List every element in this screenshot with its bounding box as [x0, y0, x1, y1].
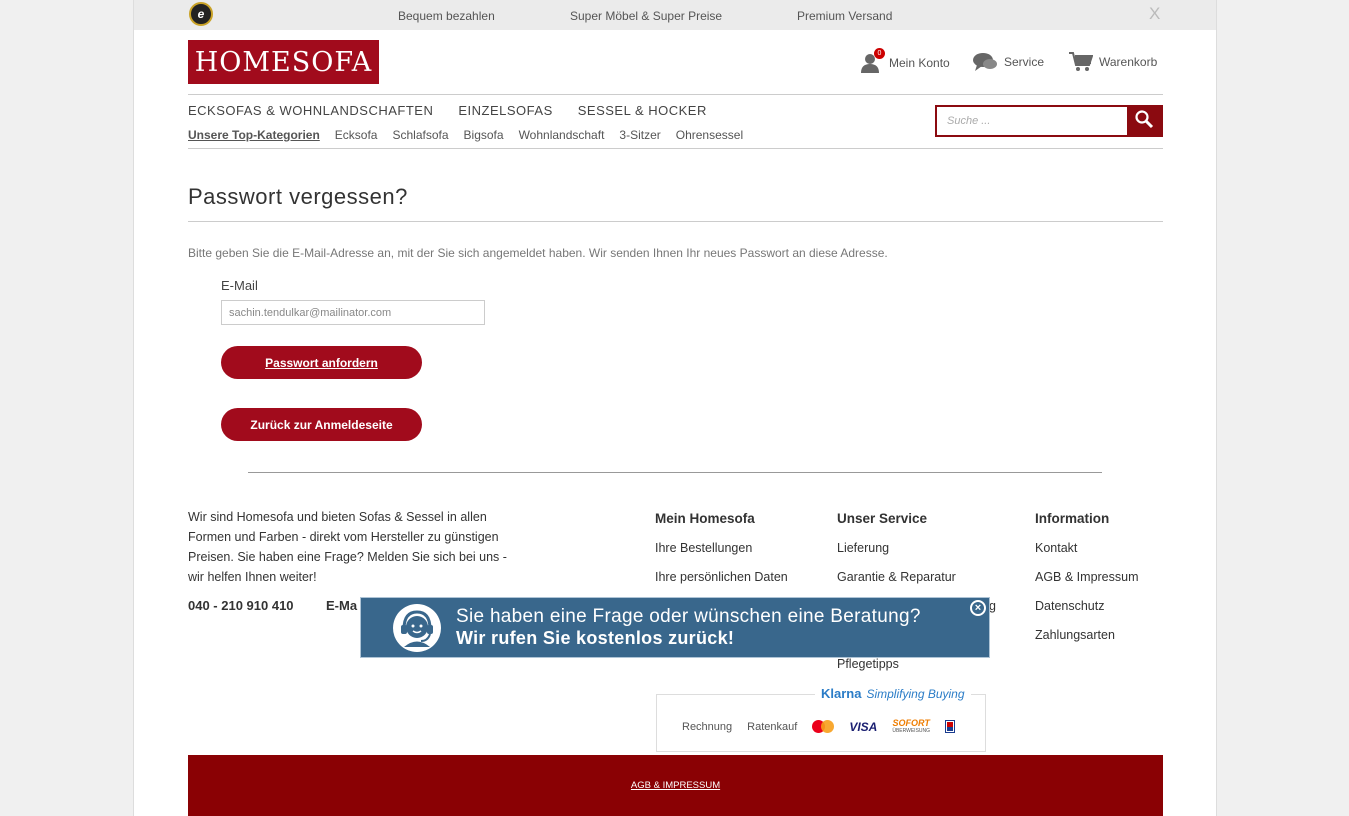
footer-about-text: Wir sind Homesofa und bieten Sofas & Ses…: [188, 510, 507, 584]
cart-label: Warenkorb: [1099, 55, 1158, 69]
service-link[interactable]: Service: [973, 52, 1044, 72]
footer-col-mein-homesofa: Mein Homesofa Ihre Bestellungen Ihre per…: [655, 511, 788, 592]
page: e Bequem bezahlen Super Möbel & Super Pr…: [133, 0, 1217, 816]
callback-text: Sie haben eine Frage oder wünschen eine …: [456, 606, 921, 649]
footer-link-daten[interactable]: Ihre persönlichen Daten: [655, 563, 788, 592]
page-title: Passwort vergessen?: [188, 184, 408, 209]
main-nav: ECKSOFAS & WOHNLANDSCHAFTEN EINZELSOFAS …: [188, 103, 707, 118]
footer-link-garantie[interactable]: Garantie & Reparatur: [837, 563, 996, 592]
sub-nav-item-ecksofa[interactable]: Ecksofa: [335, 128, 378, 142]
search-input[interactable]: [937, 107, 1127, 135]
content-divider: [248, 472, 1102, 473]
payment-methods: Rechnung Ratenkauf VISA SOFORT ÜBERWEISU…: [682, 718, 956, 735]
sub-nav-item-schlafsofa[interactable]: Schlafsofa: [392, 128, 448, 142]
cart-link[interactable]: Warenkorb: [1069, 52, 1157, 72]
user-icon: 0: [861, 48, 885, 74]
footer-link-bestellungen[interactable]: Ihre Bestellungen: [655, 534, 788, 563]
nav-item-sessel[interactable]: SESSEL & HOCKER: [578, 103, 707, 118]
my-account-label: Mein Konto: [889, 56, 950, 70]
klarna-logo: Klarna: [821, 686, 862, 701]
homesofa-logo[interactable]: HOMESOFA: [188, 40, 379, 84]
footer-email[interactable]: E-Ma: [326, 598, 357, 613]
seal-letter: e: [197, 7, 205, 21]
klarna-header: Klarna Simplifying Buying: [815, 686, 971, 701]
payment-rechnung: Rechnung: [682, 720, 733, 733]
callback-banner[interactable]: Sie haben eine Frage oder wünschen eine …: [360, 597, 990, 658]
visa-logo: VISA: [849, 719, 878, 734]
footer-col-title: Information: [1035, 511, 1110, 526]
footer-col-title: Unser Service: [837, 511, 928, 526]
klarna-payment-box: Klarna Simplifying Buying Rechnung Raten…: [656, 686, 986, 752]
request-password-button[interactable]: Passwort anfordern: [221, 346, 422, 379]
footer-phone[interactable]: 040 - 210 910 410: [188, 598, 294, 613]
sub-nav-item-wohnlandschaft[interactable]: Wohnlandschaft: [519, 128, 605, 142]
headset-agent-icon: [392, 603, 442, 653]
footer-link-agb[interactable]: AGB & Impressum: [1035, 563, 1139, 592]
sub-nav-item-bigsofa[interactable]: Bigsofa: [464, 128, 504, 142]
back-to-login-button[interactable]: Zurück zur Anmeldeseite: [221, 408, 422, 441]
usp-payment: Bequem bezahlen: [398, 9, 495, 23]
callback-line-2: Wir rufen Sie kostenlos zurück!: [456, 628, 735, 648]
search-button[interactable]: [1127, 107, 1161, 135]
email-label: E-Mail: [221, 278, 258, 293]
logo-text: HOMESOFA: [194, 46, 373, 78]
topbar: e Bequem bezahlen Super Möbel & Super Pr…: [134, 0, 1216, 30]
footer-link-lieferung[interactable]: Lieferung: [837, 534, 996, 563]
sofort-text: SOFORT: [892, 718, 930, 728]
sofort-logo: SOFORT ÜBERWEISUNG: [892, 718, 931, 735]
shopping-cart-icon: [1069, 52, 1093, 72]
sub-nav: Unsere Top-Kategorien Ecksofa Schlafsofa…: [188, 128, 743, 142]
payment-ratenkauf: Ratenkauf: [747, 720, 798, 733]
nav-item-einzelsofas[interactable]: EINZELSOFAS: [458, 103, 552, 118]
topbar-close-button[interactable]: X: [1149, 4, 1160, 24]
header-divider: [188, 94, 1163, 95]
footer-link-zahlungsarten[interactable]: Zahlungsarten: [1035, 621, 1139, 650]
callback-close-button[interactable]: ×: [970, 600, 986, 616]
footer-link-kontakt[interactable]: Kontakt: [1035, 534, 1139, 563]
nav-item-ecksofas[interactable]: ECKSOFAS & WOHNLANDSCHAFTEN: [188, 103, 433, 118]
footer-link-datenschutz[interactable]: Datenschutz: [1035, 592, 1139, 621]
footer-agb-link[interactable]: AGB & IMPRESSUM: [631, 780, 720, 791]
klarna-tagline: Simplifying Buying: [866, 687, 965, 701]
title-divider: [188, 221, 1163, 222]
footer-col-title: Mein Homesofa: [655, 511, 755, 526]
callback-line-1: Sie haben eine Frage oder wünschen eine …: [456, 606, 921, 627]
service-label: Service: [1004, 55, 1045, 69]
chat-bubbles-icon: [973, 52, 998, 72]
search-box: [935, 105, 1163, 137]
footer-col-information: Information Kontakt AGB & Impressum Date…: [1035, 511, 1139, 650]
usp-shipping: Premium Versand: [797, 9, 893, 23]
sofort-subtext: ÜBERWEISUNG: [892, 728, 931, 734]
sub-nav-item-ohrensessel[interactable]: Ohrensessel: [676, 128, 743, 142]
mastercard-icon: [812, 720, 835, 733]
email-field[interactable]: [221, 300, 485, 325]
ec-card-icon: [945, 720, 956, 733]
my-account-link[interactable]: 0 Mein Konto: [861, 48, 950, 74]
nav-divider: [188, 148, 1163, 149]
trusted-shops-seal-icon[interactable]: e: [189, 2, 213, 26]
footer-bottom-bar: AGB & IMPRESSUM: [188, 755, 1163, 816]
account-badge: 0: [874, 48, 885, 59]
search-icon: [1134, 109, 1154, 134]
usp-prices: Super Möbel & Super Preise: [570, 9, 723, 23]
sub-nav-item-3-sitzer[interactable]: 3-Sitzer: [619, 128, 660, 142]
intro-text: Bitte geben Sie die E-Mail-Adresse an, m…: [188, 246, 888, 260]
sub-nav-top-categories[interactable]: Unsere Top-Kategorien: [188, 128, 320, 142]
